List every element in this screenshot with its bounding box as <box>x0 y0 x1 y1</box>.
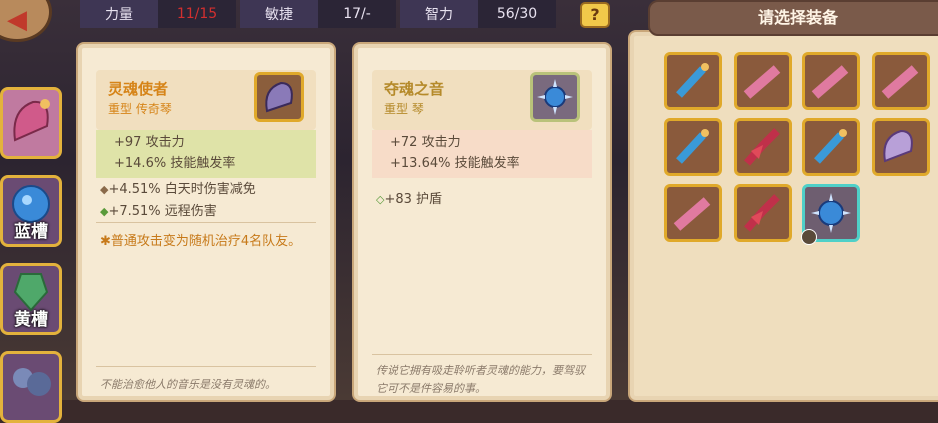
slot-yellow[interactable]: 黄槽 <box>0 263 62 335</box>
harp-icon <box>13 99 50 142</box>
flavor-text: 不能治愈他人的音乐是没有灵魂的。 <box>100 378 276 391</box>
spiked-lute-icon <box>537 79 573 115</box>
red-guitar-icon <box>744 128 780 166</box>
bonus-stat-text: +4.51% 白天时伤害减免 <box>108 182 256 197</box>
equipment-item[interactable] <box>872 118 930 176</box>
item-type: 重型 琴 <box>384 102 424 116</box>
main-stat: +72 攻击力 <box>390 135 461 150</box>
main-stats: +97 攻击力 +14.6% 技能触发率 <box>96 130 316 178</box>
divider <box>96 222 316 223</box>
slot-weapon[interactable] <box>0 87 62 159</box>
slot-blue[interactable]: 蓝槽 <box>0 175 62 247</box>
equipment-item[interactable] <box>802 118 860 176</box>
stat-intelligence: 智力 56/30 <box>400 0 556 28</box>
divider <box>96 366 316 367</box>
blue-harp-icon <box>676 63 709 98</box>
equipment-item[interactable] <box>734 52 792 110</box>
bonus-stat: ◆+7.51% 远程伤害 <box>100 200 217 219</box>
slot-label: 蓝槽 <box>14 222 48 242</box>
bonus-stat-text: +7.51% 远程伤害 <box>108 204 217 219</box>
select-panel-title: 请选择装备 <box>648 0 938 36</box>
item-icon-frame <box>530 72 580 122</box>
stat-value: 56/30 <box>478 0 556 28</box>
equipment-item[interactable] <box>802 52 860 110</box>
blue-harp-icon <box>814 129 847 164</box>
equipment-item[interactable] <box>734 184 792 242</box>
bonus-stat: ◆+4.51% 白天时伤害减免 <box>100 178 256 197</box>
attribute-bar: 力量 11/15 敏捷 17/- 智力 56/30 <box>80 0 556 28</box>
equipment-item-selected[interactable] <box>801 184 860 245</box>
main-stat: +14.6% 技能触发率 <box>114 156 236 171</box>
item-icon-frame <box>254 72 304 122</box>
main-stats: +72 攻击力 +13.64% 技能触发率 <box>372 130 592 178</box>
main-stat: +13.64% 技能触发率 <box>390 156 520 171</box>
stat-value: 17/- <box>318 0 396 28</box>
flavor-text: 传说它拥有吸走聆听者灵魂的能力，要驾驭它可不是件容易的事。 <box>376 364 585 395</box>
stat-agility: 敏捷 17/- <box>240 0 396 28</box>
item-type: 重型 传奇琴 <box>108 102 172 116</box>
main-stat: +97 攻击力 <box>114 135 185 150</box>
stat-label: 力量 <box>80 0 158 28</box>
bonus-stat-text: +83 护盾 <box>384 192 443 207</box>
red-guitar-icon <box>744 194 780 232</box>
lock-icon <box>801 229 817 245</box>
item-header: 夺魂之音 重型 琴 <box>372 70 592 130</box>
purple-harp-icon <box>265 81 293 113</box>
pink-keytar-icon <box>673 197 711 231</box>
equipment-item[interactable] <box>664 184 722 242</box>
bonus-stat: ◇+83 护盾 <box>376 188 442 207</box>
item-header: 灵魂使者 重型 传奇琴 <box>96 70 316 130</box>
equipment-item[interactable] <box>664 118 722 176</box>
item-name: 灵魂使者 <box>108 80 169 98</box>
slot-extra[interactable] <box>0 351 62 423</box>
equipment-item[interactable] <box>734 118 792 176</box>
divider <box>372 354 592 355</box>
stat-label: 智力 <box>400 0 478 28</box>
equipped-item-panel: 灵魂使者 重型 传奇琴 +97 攻击力 +14.6% 技能触发率 ◆+4.51%… <box>76 42 336 402</box>
orb-icon <box>13 368 51 396</box>
special-effect: ✱普通攻击变为随机治疗4名队友。 <box>100 234 302 249</box>
blue-harp-icon <box>676 129 709 164</box>
pink-keytar-icon <box>743 65 781 99</box>
stat-value: 11/15 <box>158 0 236 28</box>
pink-keytar-icon <box>811 65 849 99</box>
pink-keytar-icon <box>881 65 919 99</box>
purple-harp-icon <box>883 129 913 163</box>
help-button[interactable]: ? <box>580 2 610 28</box>
compare-item-panel: 夺魂之音 重型 琴 +72 攻击力 +13.64% 技能触发率 ◇+83 护盾 … <box>352 42 612 402</box>
equipment-item[interactable] <box>664 52 722 110</box>
back-arrow-icon: ◀ <box>7 5 27 35</box>
stat-strength: 力量 11/15 <box>80 0 236 28</box>
slot-label: 黄槽 <box>14 310 48 330</box>
stat-label: 敏捷 <box>240 0 318 28</box>
equipment-item[interactable] <box>872 52 930 110</box>
item-name: 夺魂之音 <box>384 80 445 98</box>
